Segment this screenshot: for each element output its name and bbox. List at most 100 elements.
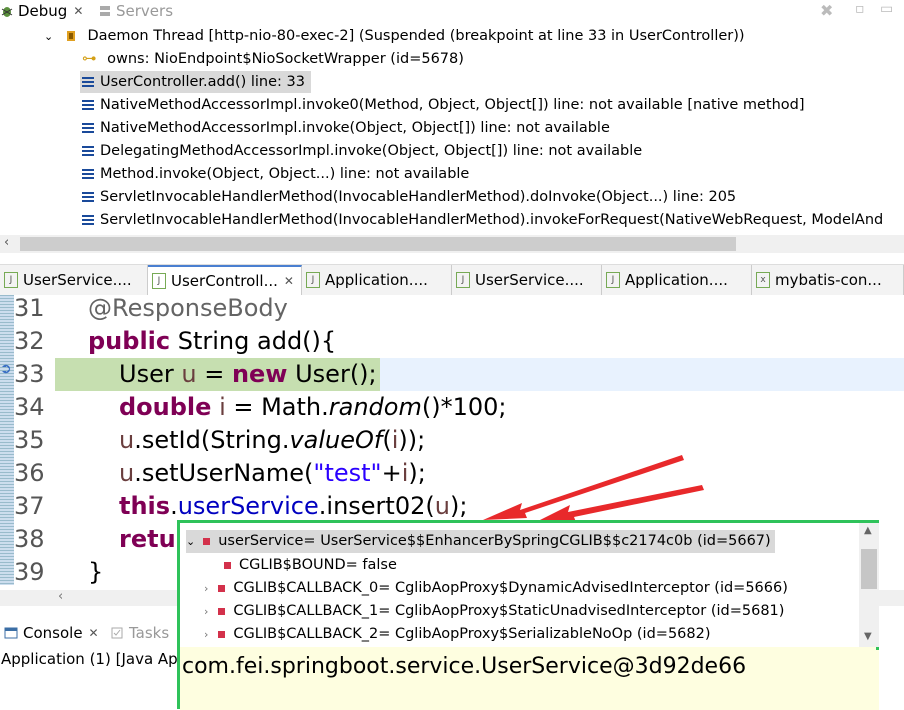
tab-label: Console [23, 624, 83, 642]
code-text: ( [382, 426, 392, 454]
xml-file-icon: x [756, 272, 770, 288]
tasks-icon [111, 627, 123, 639]
code-text: ()*100; [421, 393, 507, 421]
scroll-up-icon[interactable]: ▲ [864, 525, 872, 536]
inspect-child-node[interactable]: › CGLIB$CALLBACK_2= CglibAopProxy$Seriali… [204, 623, 711, 646]
stack-frame[interactable]: NativeMethodAccessorImpl.invoke0(Method,… [82, 94, 805, 116]
console-process-label: Application (1) [Java App [1, 650, 188, 668]
field-reference: userService [177, 492, 319, 520]
code-text: )); [398, 426, 426, 454]
code-text: = [196, 360, 232, 388]
private-field-icon [203, 537, 211, 545]
editor-tab-application[interactable]: J Application.... [302, 265, 452, 295]
inspect-root-node[interactable]: ⌄ userService= UserService$$EnhancerBySpr… [186, 530, 775, 553]
scroll-down-icon[interactable]: ▼ [864, 631, 872, 642]
inspect-detail-pane[interactable]: com.fei.springboot.service.UserService@3… [180, 650, 879, 710]
line-number: 37 [14, 492, 45, 520]
frame-label: ServletInvocableHandlerMethod(InvocableH… [100, 189, 737, 205]
scroll-left-icon[interactable]: ‹ [58, 589, 63, 604]
stack-frame[interactable]: NativeMethodAccessorImpl.invoke(Object, … [82, 117, 610, 139]
stack-frame[interactable]: DelegatingMethodAccessorImpl.invoke(Obje… [82, 140, 642, 162]
code-line-33: 33 User u = new User(); [0, 358, 904, 391]
tab-tasks[interactable]: Tasks [110, 620, 169, 646]
inspect-child-node[interactable]: › CGLIB$CALLBACK_1= CglibAopProxy$StaticU… [204, 600, 784, 623]
chevron-right-icon[interactable]: › [204, 605, 208, 618]
variable: u [181, 360, 197, 388]
scroll-left-icon[interactable]: ‹ [4, 235, 9, 250]
view-menu-icon[interactable]: ▫ [855, 1, 865, 17]
bug-icon [1, 7, 13, 17]
remove-all-terminated-icon[interactable]: ✖ [820, 1, 833, 20]
keyword: double [119, 393, 212, 421]
line-number: 33 [14, 360, 45, 388]
node-label: CGLIB$CALLBACK_0= CglibAopProxy$DynamicA… [233, 580, 788, 596]
code-line-37: 37 this.userService.insert02(u); [0, 490, 904, 523]
line-number: 31 [14, 294, 45, 322]
editor-tab-application-2[interactable]: J Application.... [602, 265, 752, 295]
code-line-34: 34 double i = Math.random()*100; [0, 391, 904, 424]
tab-label: Tasks [129, 624, 170, 642]
variable: u [434, 492, 450, 520]
static-method: valueOf [289, 426, 383, 454]
debug-stack-tree: ⌄ Daemon Thread [http-nio-80-exec-2] (Su… [0, 24, 904, 234]
frame-label: ServletInvocableHandlerMethod(InvocableH… [100, 212, 884, 228]
scrollbar-thumb[interactable] [861, 549, 877, 589]
close-icon[interactable]: ✕ [284, 274, 294, 288]
thread-label: Daemon Thread [http-nio-80-exec-2] (Susp… [87, 28, 745, 44]
chevron-right-icon[interactable]: › [204, 628, 208, 641]
editor-tab-userservice-2[interactable]: J UserService.... [452, 265, 602, 295]
editor-tab-usercontroller[interactable]: J UserControll... ✕ [148, 265, 302, 295]
thread-node[interactable]: ⌄ Daemon Thread [http-nio-80-exec-2] (Su… [44, 25, 745, 47]
stack-frame[interactable]: ServletInvocableHandlerMethod(InvocableH… [82, 186, 736, 208]
code-text: User [119, 360, 182, 388]
tab-label: Application.... [325, 271, 428, 289]
tab-debug[interactable]: Debug ✕ [0, 0, 83, 22]
code-text: + [381, 459, 402, 487]
node-label: CGLIB$CALLBACK_1= CglibAopProxy$StaticUn… [233, 603, 785, 619]
code-text: String add(){ [170, 327, 337, 355]
code-text: .setUserName( [134, 459, 314, 487]
stack-frame[interactable]: Method.invoke(Object, Object...) line: n… [82, 163, 469, 185]
close-icon[interactable]: ✕ [73, 4, 83, 18]
node-label: userService= UserService$$EnhancerBySpri… [218, 533, 771, 549]
variable-inspect-popup[interactable]: ⌄ userService= UserService$$EnhancerBySpr… [177, 520, 879, 710]
variable: i [211, 393, 226, 421]
chevron-down-icon[interactable]: ⌄ [186, 535, 195, 548]
close-icon[interactable]: ✕ [89, 626, 99, 640]
chevron-down-icon[interactable]: ⌄ [44, 30, 53, 43]
tab-label: UserControll... [171, 272, 278, 290]
frame-label: NativeMethodAccessorImpl.invoke(Object, … [100, 120, 610, 136]
server-icon [100, 6, 110, 16]
chevron-right-icon[interactable]: › [204, 582, 208, 595]
inspect-vertical-scrollbar[interactable]: ▲ ▼ [859, 523, 879, 647]
stack-frame[interactable]: ServletInvocableHandlerMethod(InvocableH… [82, 209, 883, 231]
code-text: ); [449, 492, 468, 520]
minimize-icon[interactable]: ▭ [880, 1, 893, 17]
scrollbar-thumb[interactable] [20, 237, 736, 251]
java-file-icon: J [152, 273, 166, 289]
inspect-child-node[interactable]: CGLIB$BOUND= false [224, 554, 397, 577]
private-field-icon [224, 561, 231, 569]
code-line-36: 36 u.setUserName("test"+i); [0, 457, 904, 490]
code-text: ); [408, 459, 426, 487]
line-number: 39 [14, 558, 45, 586]
frame-label: UserController.add() line: 33 [100, 74, 305, 90]
code-line-35: 35 u.setId(String.valueOf(i)); [0, 424, 904, 457]
keyword: retu [119, 525, 176, 553]
line-number: 32 [14, 327, 45, 355]
editor-tab-userservice[interactable]: J UserService.... [0, 265, 148, 295]
stack-frame-selected[interactable]: UserController.add() line: 33 [80, 71, 311, 93]
code-line-32: 32 public String add(){ [0, 325, 904, 358]
tab-console[interactable]: Console ✕ [4, 620, 99, 646]
debug-horizontal-scrollbar[interactable]: ‹ [0, 235, 904, 253]
debug-view-tabbar: Debug ✕ Servers ✖ ▫ ▭ [0, 0, 904, 22]
inspect-child-node[interactable]: › CGLIB$CALLBACK_0= CglibAopProxy$Dynamic… [204, 577, 788, 600]
stack-frame-icon [82, 123, 94, 133]
keyword: public [88, 327, 171, 355]
tab-servers[interactable]: Servers [98, 0, 173, 22]
owns-monitor-node[interactable]: ⊶ owns: NioEndpoint$NioSocketWrapper (id… [82, 48, 464, 70]
code-text: .insert02( [318, 492, 435, 520]
private-field-icon [218, 607, 226, 615]
code-text: User(); [287, 360, 377, 388]
editor-tab-mybatis-config[interactable]: x mybatis-con... [752, 265, 904, 295]
